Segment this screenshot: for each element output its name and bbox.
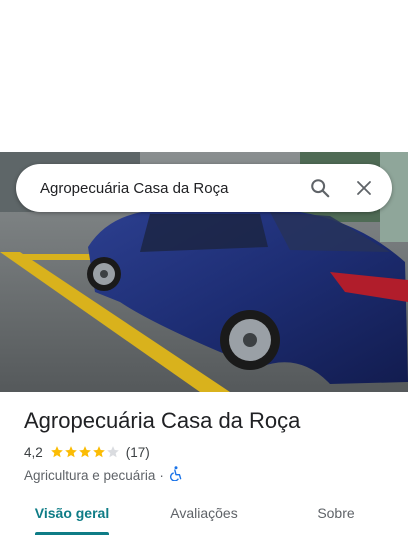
review-count[interactable]: (17): [126, 445, 150, 460]
category-row: Agricultura e pecuária ·: [24, 465, 394, 485]
tab-about[interactable]: Sobre: [288, 490, 384, 536]
tab-reviews[interactable]: Avaliações: [156, 490, 252, 536]
place-tabs: Visão geral Avaliações Sobre: [0, 490, 408, 544]
star-icon: [50, 446, 63, 458]
star-icon: [64, 446, 77, 458]
place-info: Agropecuária Casa da Roça 4,2 (17) Agric…: [24, 404, 394, 485]
blank-map-area: [0, 0, 408, 152]
place-category: Agricultura e pecuária: [24, 467, 156, 483]
tab-overview[interactable]: Visão geral: [24, 490, 120, 536]
search-bar[interactable]: Agropecuária Casa da Roça: [16, 164, 392, 212]
rating-value: 4,2: [24, 444, 43, 460]
search-input[interactable]: Agropecuária Casa da Roça: [40, 180, 298, 197]
search-icon[interactable]: [298, 166, 342, 210]
star-icon: [78, 446, 91, 458]
star-rating: [50, 445, 120, 459]
wheelchair-accessible-icon: [169, 466, 183, 484]
separator-dot: ·: [159, 467, 164, 483]
place-title: Agropecuária Casa da Roça: [24, 408, 301, 433]
rating-row[interactable]: 4,2 (17): [24, 442, 394, 462]
close-icon[interactable]: [342, 166, 386, 210]
active-tab-indicator: [35, 532, 109, 535]
star-icon: [92, 446, 105, 458]
star-icon: [106, 446, 119, 458]
